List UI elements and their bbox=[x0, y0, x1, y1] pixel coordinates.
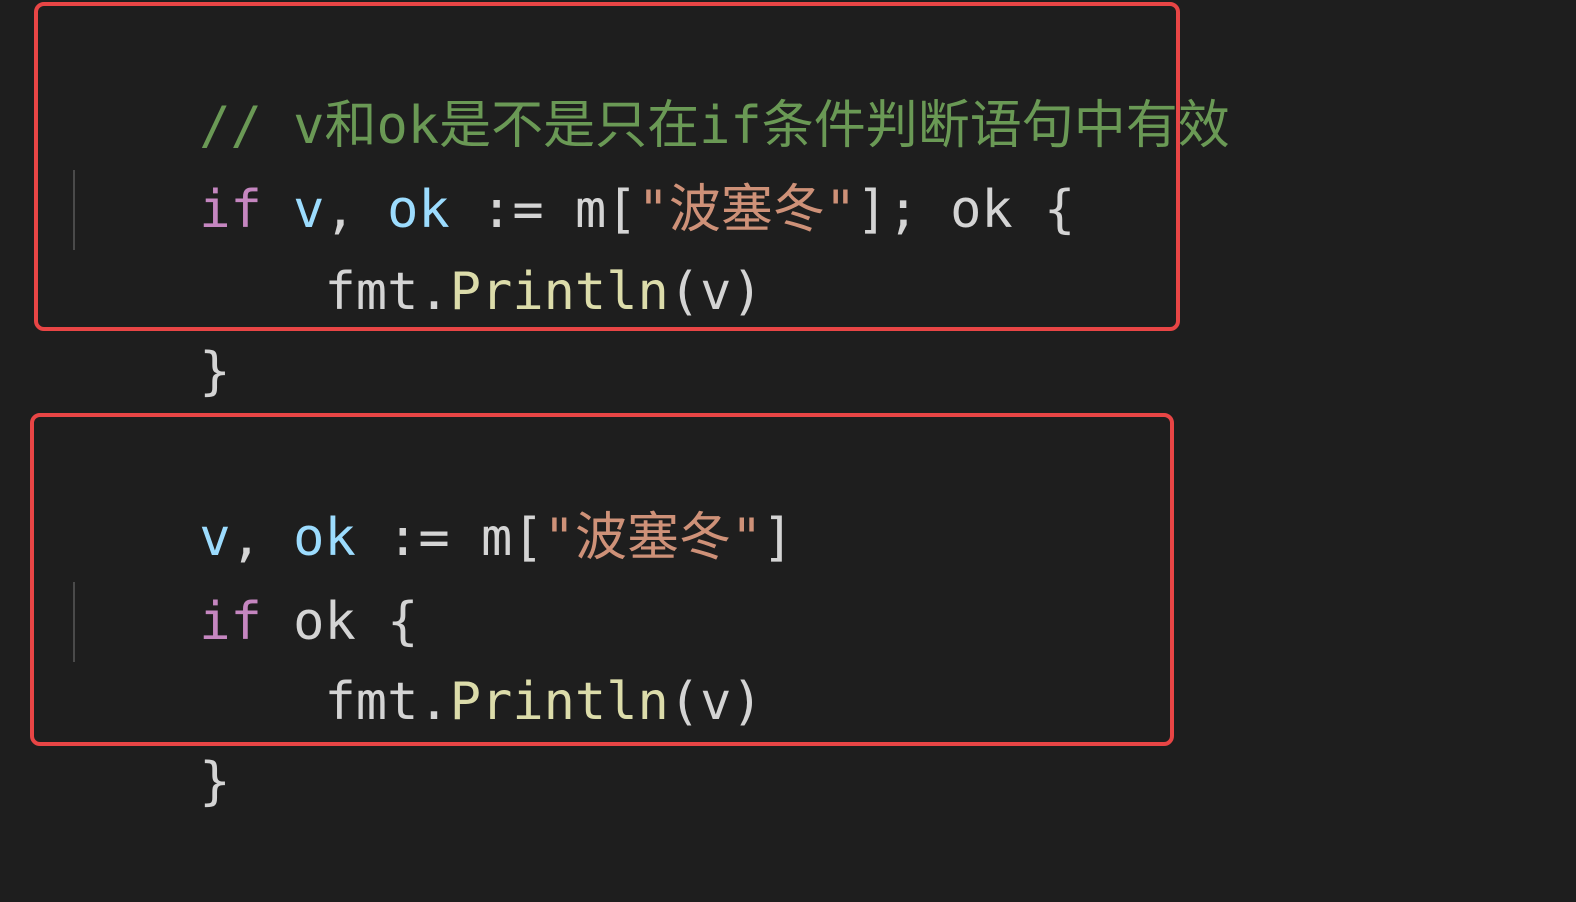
function-println: Println bbox=[449, 262, 669, 322]
call-args: (v) bbox=[668, 262, 763, 322]
code-line-println: fmt.Println(v) bbox=[74, 582, 762, 732]
code-line-if: if ok { bbox=[74, 502, 418, 652]
code-line-println: fmt.Println(v) bbox=[74, 172, 762, 322]
code-editor[interactable]: // v和ok是不是只在if条件判断语句中有效 if v, ok := m["波… bbox=[0, 0, 1576, 812]
bracket-token: ] bbox=[762, 508, 794, 568]
package-fmt: fmt. bbox=[324, 262, 450, 322]
code-line-comment: // v和ok是不是只在if条件判断语句中有效 bbox=[74, 6, 1229, 156]
code-line-close-brace: } bbox=[74, 662, 230, 812]
code-line-assign: v, ok := m["波塞冬"] bbox=[74, 418, 793, 568]
function-println: Println bbox=[449, 672, 669, 732]
call-args: (v) bbox=[668, 672, 763, 732]
close-brace: } bbox=[199, 342, 231, 402]
condition-token: ]; ok { bbox=[856, 180, 1076, 240]
close-brace: } bbox=[199, 752, 231, 812]
package-fmt: fmt. bbox=[324, 672, 450, 732]
string-literal: "波塞冬" bbox=[543, 508, 763, 568]
code-line-close-brace: } bbox=[74, 252, 230, 402]
code-line-if-assign: if v, ok := m["波塞冬"]; ok { bbox=[74, 90, 1075, 240]
